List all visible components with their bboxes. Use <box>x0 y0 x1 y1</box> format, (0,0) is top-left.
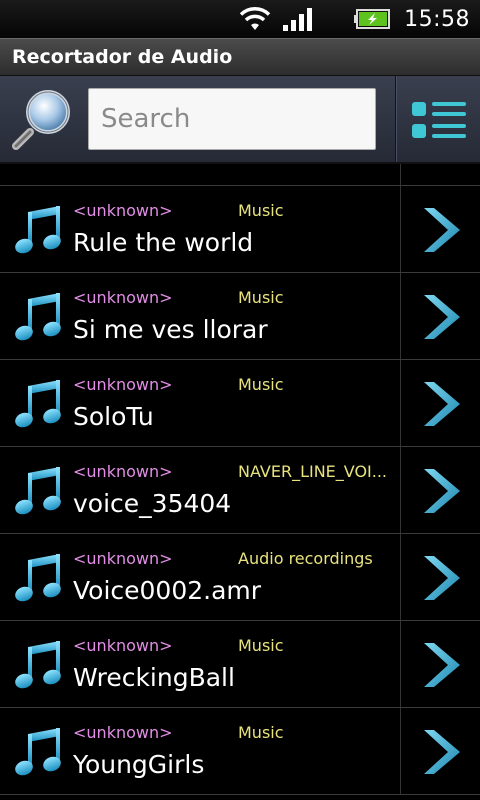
song-title: Rule the world <box>73 228 254 257</box>
row-separator <box>400 534 401 620</box>
chevron-right-icon[interactable] <box>418 291 466 343</box>
list-item[interactable]: <unknown> Audio recordings Voice0002.amr <box>0 534 480 621</box>
list-view-icon <box>412 102 466 138</box>
chevron-right-icon[interactable] <box>418 378 466 430</box>
search-bar <box>0 76 480 164</box>
list-item[interactable]: <unknown> Music SoloTu <box>0 360 480 447</box>
row-separator <box>400 621 401 707</box>
row-separator <box>400 708 401 794</box>
row-separator <box>400 447 401 533</box>
song-title: YoungGirls <box>73 750 205 779</box>
list-view-button[interactable] <box>400 82 478 158</box>
row-separator <box>400 273 401 359</box>
list-item[interactable]: <unknown> Music YoungGirls <box>0 708 480 795</box>
screen: 15:58 Recortador de Audio Search <unknow… <box>0 0 480 800</box>
artist-label: <unknown> <box>73 549 173 568</box>
music-note-icon <box>15 467 61 515</box>
music-note-icon <box>15 293 61 341</box>
search-input[interactable] <box>88 88 376 150</box>
audio-list[interactable]: <unknown> Music Rule the world <unknown>… <box>0 164 480 800</box>
artist-label: <unknown> <box>73 636 173 655</box>
battery-charging-icon <box>354 9 391 29</box>
album-label: Music <box>238 723 284 742</box>
artist-label: <unknown> <box>73 375 173 394</box>
status-bar: 15:58 <box>0 0 480 38</box>
chevron-right-icon[interactable] <box>418 552 466 604</box>
list-item[interactable]: <unknown> Music Rule the world <box>0 186 480 273</box>
song-title: voice_35404 <box>73 489 232 518</box>
list-item[interactable]: <unknown> Music Si me ves llorar <box>0 273 480 360</box>
album-label: Music <box>238 288 284 307</box>
search-icon[interactable] <box>10 86 76 152</box>
row-separator <box>400 164 401 185</box>
wifi-icon <box>239 7 271 30</box>
music-note-icon <box>15 206 61 254</box>
album-label: Music <box>238 201 284 220</box>
song-title: Si me ves llorar <box>73 315 268 344</box>
chevron-right-icon[interactable] <box>418 639 466 691</box>
signal-icon <box>283 8 313 31</box>
artist-label: <unknown> <box>73 723 173 742</box>
row-separator <box>400 186 401 272</box>
app-title: Recortador de Audio <box>12 46 233 68</box>
album-label: NAVER_LINE_VOI... <box>238 462 388 481</box>
artist-label: <unknown> <box>73 462 173 481</box>
list-item-partial[interactable] <box>0 164 480 186</box>
row-separator <box>400 360 401 446</box>
music-note-icon <box>15 728 61 776</box>
status-clock: 15:58 <box>404 6 470 32</box>
song-title: WreckingBall <box>73 663 235 692</box>
list-item[interactable]: <unknown> NAVER_LINE_VOI... voice_35404 <box>0 447 480 534</box>
toolbar-divider <box>395 76 397 162</box>
list-item[interactable]: <unknown> Music WreckingBall <box>0 621 480 708</box>
music-note-icon <box>15 380 61 428</box>
artist-label: <unknown> <box>73 288 173 307</box>
music-note-icon <box>15 554 61 602</box>
album-label: Music <box>238 375 284 394</box>
title-bar: Recortador de Audio <box>0 38 480 76</box>
song-title: SoloTu <box>73 402 154 431</box>
chevron-right-icon[interactable] <box>418 726 466 778</box>
chevron-right-icon[interactable] <box>418 465 466 517</box>
album-label: Audio recordings <box>238 549 373 568</box>
chevron-right-icon[interactable] <box>418 204 466 256</box>
album-label: Music <box>238 636 284 655</box>
artist-label: <unknown> <box>73 201 173 220</box>
song-title: Voice0002.amr <box>73 576 262 605</box>
music-note-icon <box>15 641 61 689</box>
